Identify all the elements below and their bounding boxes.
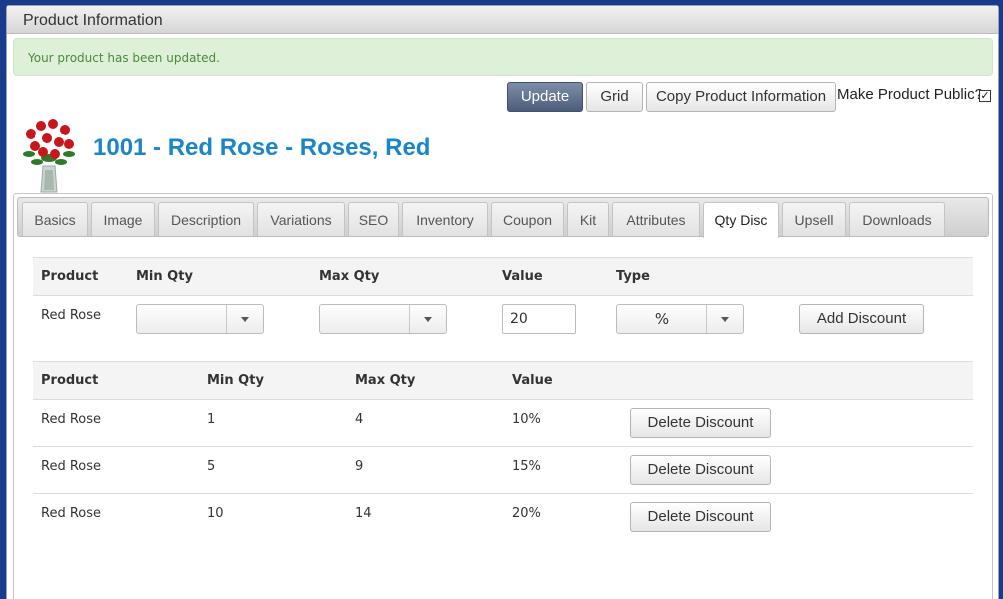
tab-image[interactable]: Image (91, 202, 155, 236)
tab-upsell[interactable]: Upsell (782, 202, 846, 236)
table-row: Red Rose 1 4 10% Delete Discount (33, 399, 973, 447)
row-min-qty: 1 (199, 399, 347, 447)
min-qty-select[interactable] (136, 304, 264, 334)
tab-description[interactable]: Description (158, 202, 254, 236)
header-actions (622, 361, 973, 400)
header-max-qty: Max Qty (311, 257, 494, 296)
header-min-qty: Min Qty (128, 257, 311, 296)
tab-downloads[interactable]: Downloads (849, 202, 945, 236)
value-input[interactable] (502, 304, 576, 334)
header-value: Value (504, 361, 622, 400)
tab-coupon[interactable]: Coupon (491, 202, 564, 236)
row-value: 15% (504, 446, 622, 494)
add-discount-form: Product Min Qty Max Qty Value Type Red R… (33, 257, 973, 362)
table-row: Red Rose 5 9 15% Delete Discount (33, 446, 973, 494)
header-product: Product (33, 257, 128, 296)
product-title: 1001 - Red Rose - Roses, Red (93, 134, 431, 161)
product-information-window: Product Information Your product has bee… (6, 5, 999, 599)
tab-kit[interactable]: Kit (567, 202, 609, 236)
make-public-label: Make Product Public? (837, 86, 983, 103)
header-value: Value (494, 257, 608, 296)
header-actions (791, 257, 973, 296)
header-type: Type (608, 257, 791, 296)
header-product: Product (33, 361, 199, 400)
make-public-checkbox[interactable]: ✓ (979, 90, 991, 102)
max-qty-select[interactable] (319, 304, 447, 334)
discount-table: Product Min Qty Max Qty Value Red Rose 1… (33, 361, 973, 541)
row-product: Red Rose (33, 399, 199, 447)
table-row: Red Rose 10 14 20% Delete Discount (33, 494, 973, 541)
window-title: Product Information (7, 6, 998, 34)
max-qty-value (320, 305, 410, 333)
rose-bouquet-icon (23, 119, 75, 193)
delete-discount-button[interactable]: Delete Discount (630, 455, 771, 485)
header-min-qty: Min Qty (199, 361, 347, 400)
min-qty-value (137, 305, 227, 333)
tab-bar: Basics Image Description Variations SEO … (17, 197, 989, 238)
delete-discount-button[interactable]: Delete Discount (630, 408, 771, 438)
row-max-qty: 14 (355, 506, 372, 521)
grid-button[interactable]: Grid (586, 82, 643, 112)
chevron-down-icon (409, 305, 446, 333)
update-button[interactable]: Update (507, 82, 583, 112)
tab-attributes[interactable]: Attributes (612, 202, 700, 236)
type-value: % (654, 310, 670, 328)
tab-panel: Basics Image Description Variations SEO … (13, 193, 993, 599)
success-alert: Your product has been updated. (13, 38, 993, 76)
row-value: 10% (504, 399, 622, 447)
tab-basics[interactable]: Basics (22, 202, 88, 236)
row-product: Red Rose (41, 506, 102, 521)
row-product: Red Rose (33, 446, 199, 494)
row-max-qty: 4 (347, 399, 504, 447)
add-discount-button[interactable]: Add Discount (799, 304, 924, 334)
form-product: Red Rose (41, 308, 102, 323)
type-select[interactable]: % (616, 304, 744, 334)
copy-product-information-button[interactable]: Copy Product Information (646, 82, 836, 112)
chevron-down-icon (226, 305, 263, 333)
tab-inventory[interactable]: Inventory (402, 202, 488, 236)
tab-seo[interactable]: SEO (348, 202, 399, 236)
row-min-qty: 5 (199, 446, 347, 494)
delete-discount-button[interactable]: Delete Discount (630, 502, 771, 532)
tab-qty-disc[interactable]: Qty Disc (703, 202, 779, 238)
chevron-down-icon (706, 305, 743, 333)
row-min-qty: 10 (207, 506, 224, 521)
row-max-qty: 9 (347, 446, 504, 494)
row-value: 20% (512, 506, 541, 521)
tab-variations[interactable]: Variations (257, 202, 345, 236)
header-max-qty: Max Qty (347, 361, 504, 400)
